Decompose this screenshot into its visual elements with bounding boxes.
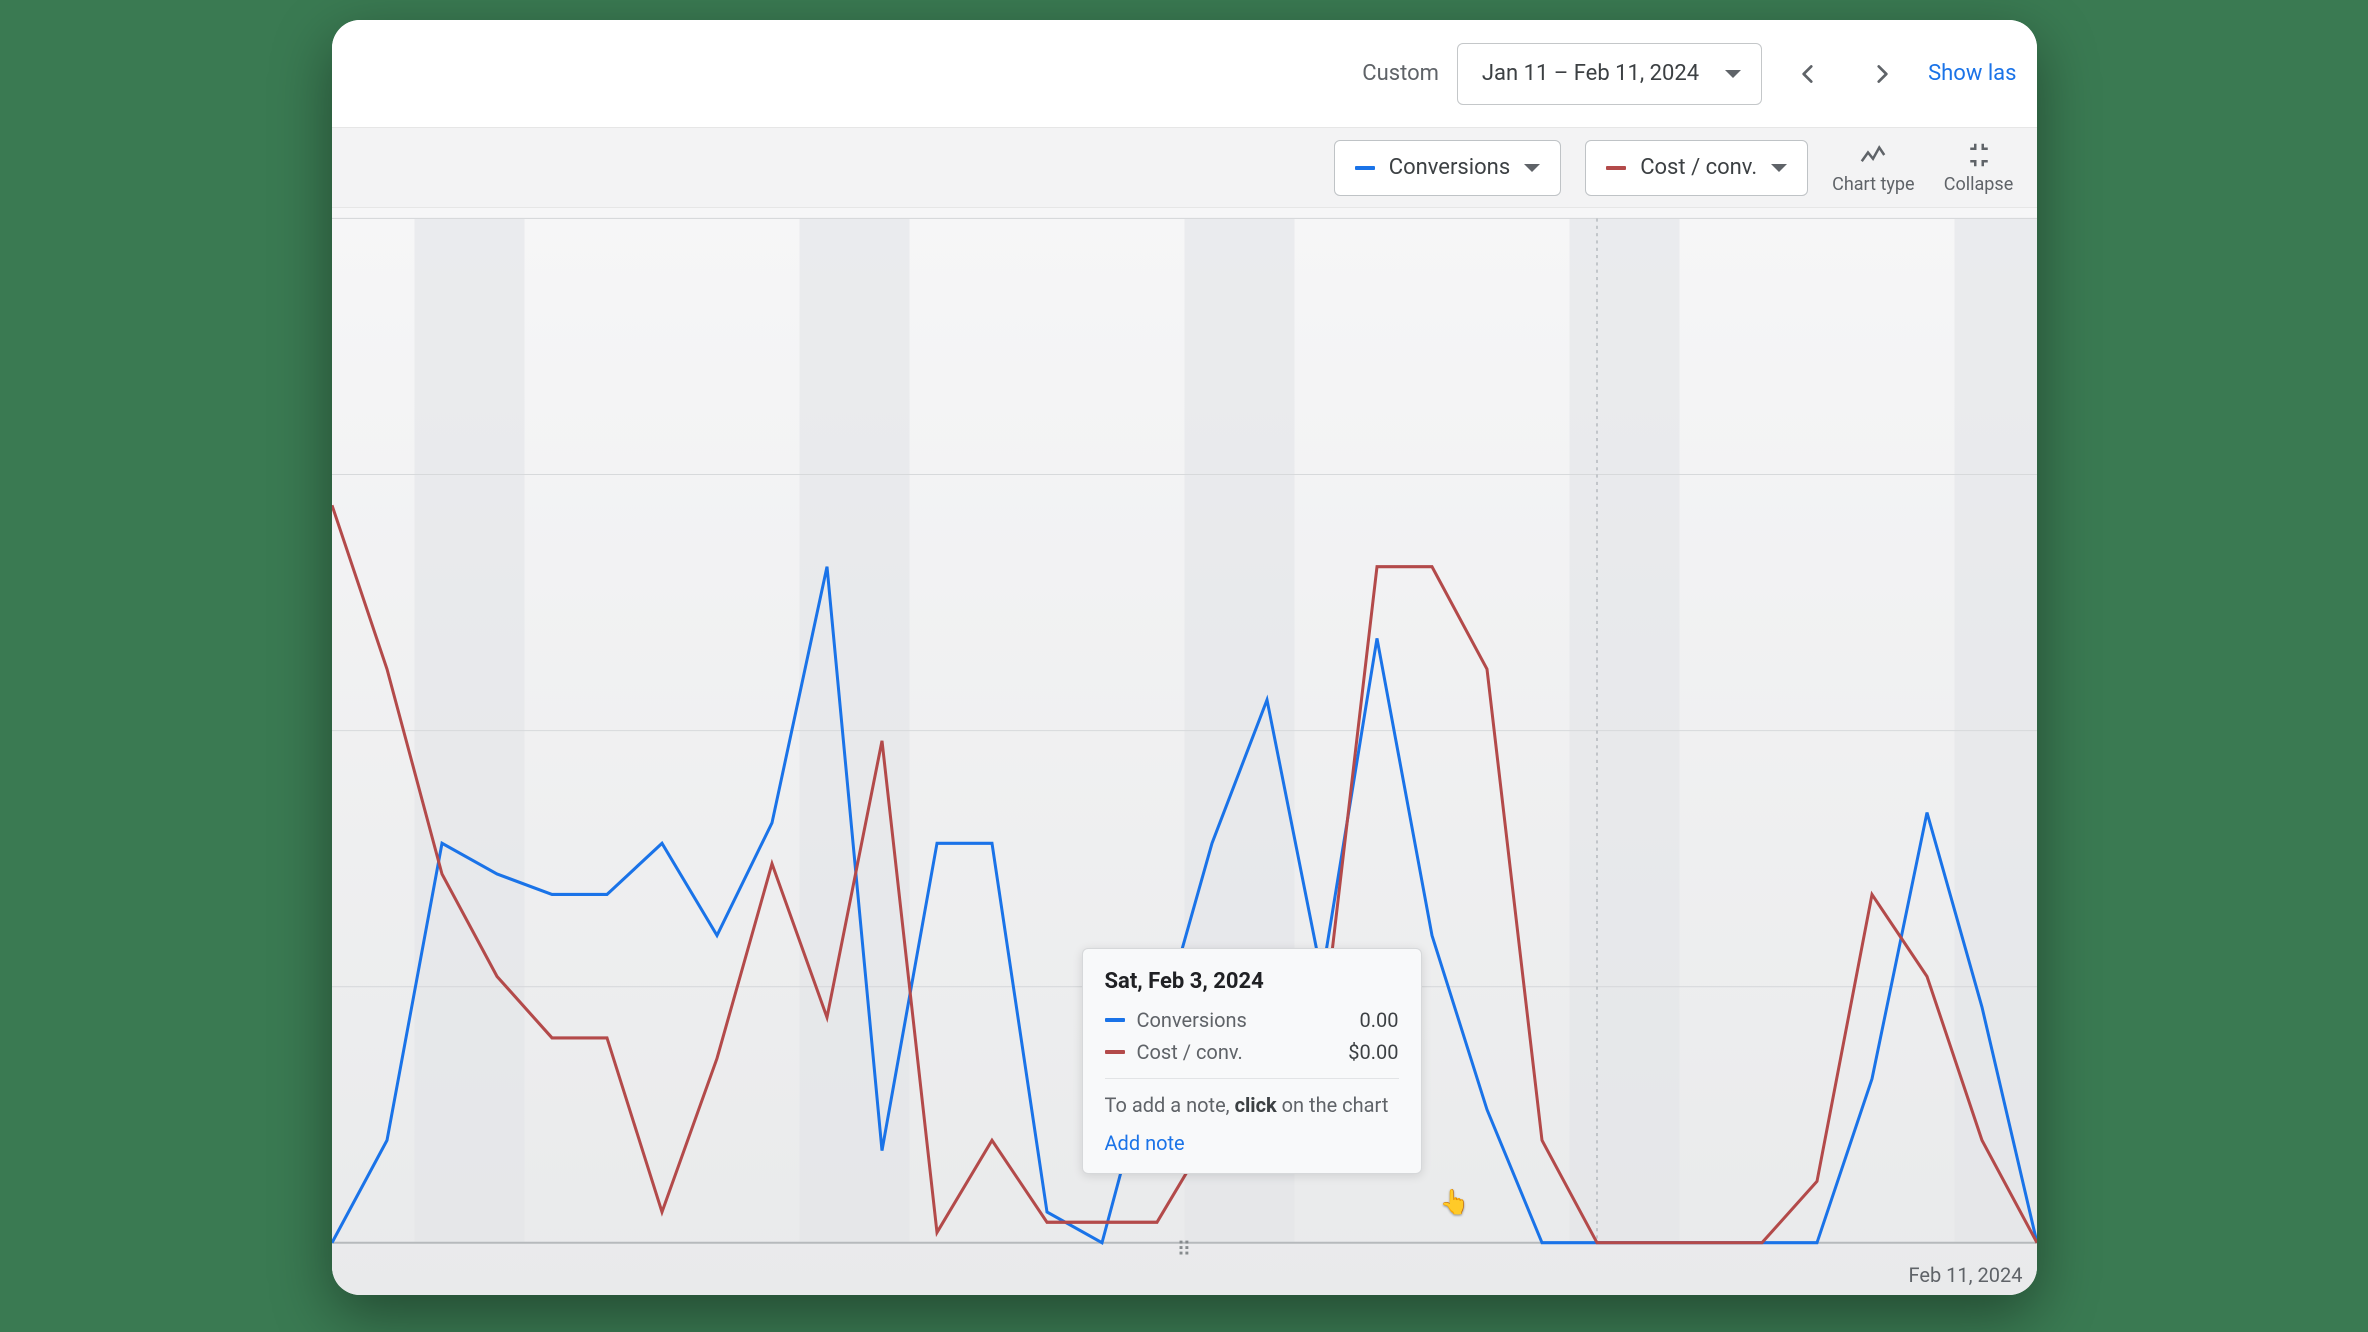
topbar: Custom Jan 11 – Feb 11, 2024 Show las [332,20,2037,128]
tooltip-row-cost: Cost / conv. $0.00 [1105,1040,1399,1064]
caret-down-icon [1524,164,1540,172]
caret-down-icon [1771,164,1787,172]
collapse-icon [1964,140,1994,170]
tool-label: Collapse [1944,174,2013,195]
metric-swatch-red [1105,1050,1125,1054]
cursor-icon: 👆 [1440,1188,1470,1216]
date-range-mode-label: Custom [1362,61,1439,86]
tool-label: Chart type [1832,174,1914,195]
tooltip-note: To add a note, click on the chart [1105,1078,1399,1117]
caret-down-icon [1725,70,1741,78]
share-icon[interactable]: ⠿ [1177,1237,1192,1261]
metric-label: Conversions [1389,155,1510,180]
metric-selector-1[interactable]: Conversions [1334,140,1561,196]
metric-label: Cost / conv. [1640,155,1757,180]
tooltip-date: Sat, Feb 3, 2024 [1105,969,1399,994]
chart-tooltip: Sat, Feb 3, 2024 Conversions 0.00 Cost /… [1082,948,1422,1174]
metric-selector-2[interactable]: Cost / conv. [1585,140,1808,196]
chart-toolbar: Conversions Cost / conv. Chart type Coll… [332,128,2037,208]
line-chart-icon [1858,140,1888,170]
chevron-left-icon [1795,61,1821,87]
add-note-link[interactable]: Add note [1105,1131,1399,1155]
chart-type-button[interactable]: Chart type [1832,140,1914,195]
chevron-right-icon [1869,61,1895,87]
tooltip-label: Conversions [1137,1008,1348,1032]
metric-swatch-red [1606,166,1626,170]
metric-swatch-blue [1105,1018,1125,1022]
app-window: Custom Jan 11 – Feb 11, 2024 Show las Co… [332,20,2037,1295]
tooltip-value: $0.00 [1348,1040,1398,1064]
tooltip-value: 0.00 [1360,1008,1399,1032]
prev-period-button[interactable] [1780,46,1836,102]
chart-area[interactable]: Sat, Feb 3, 2024 Conversions 0.00 Cost /… [332,208,2037,1295]
collapse-button[interactable]: Collapse [1939,140,2019,195]
x-axis-end-label: Feb 11, 2024 [1909,1263,2023,1287]
tooltip-label: Cost / conv. [1137,1040,1337,1064]
show-last-link[interactable]: Show las [1928,61,2016,86]
metric-swatch-blue [1355,166,1375,170]
next-period-button[interactable] [1854,46,1910,102]
date-range-text: Jan 11 – Feb 11, 2024 [1482,61,1699,86]
tooltip-row-conversions: Conversions 0.00 [1105,1008,1399,1032]
date-range-picker[interactable]: Jan 11 – Feb 11, 2024 [1457,43,1762,105]
